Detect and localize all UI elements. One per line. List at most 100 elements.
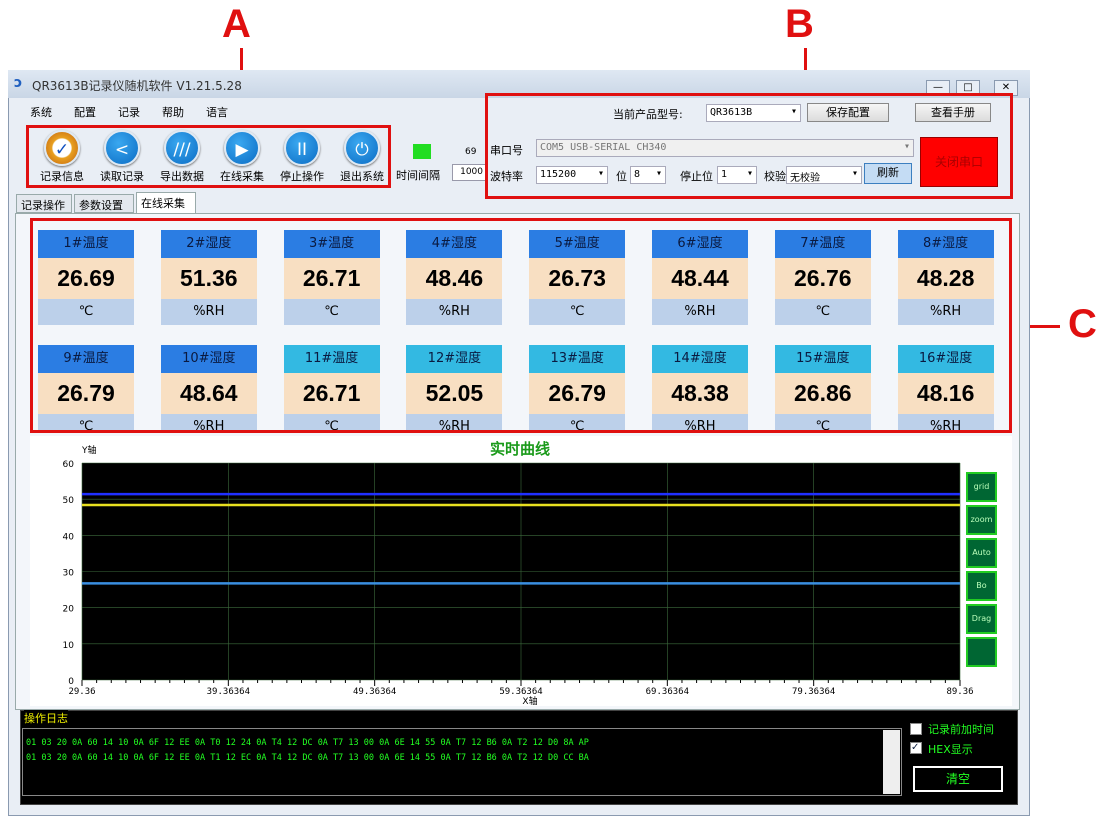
channel-unit: %RH [406, 414, 503, 431]
channel-unit: %RH [406, 299, 503, 325]
stop-label: 停止位 [680, 170, 713, 183]
toolbar-button-1[interactable]: ✓ 记录信息 [30, 130, 94, 184]
channel-value: 48.44 [652, 258, 748, 299]
channel-value: 51.36 [160, 258, 257, 299]
channel-name: 12#湿度 [406, 345, 503, 373]
tab-params[interactable]: 参数设置 [74, 194, 134, 213]
save-config-button[interactable]: 保存配置 [807, 103, 889, 122]
chart-area: 0 10 20 30 40 50 60 29.36 39.36364 49.36364 59.363… [30, 436, 1012, 707]
channel-value: 26.69 [38, 258, 134, 299]
chart-tool-grid-button[interactable]: grid [966, 472, 997, 502]
export-icon: /// [164, 130, 200, 166]
chart-tool-zoom-button[interactable]: zoom [966, 505, 997, 535]
chart-title: 实时曲线 [490, 440, 550, 458]
log-line: 01 03 20 0A 60 14 10 0A 6F 12 EE 0A T0 1… [26, 738, 589, 748]
channel-grid: 1#温度 26.69 ℃ 2#湿度 51.36 %RH 3#温度 26.71 ℃ 4#湿度 48.4… [31, 219, 1009, 431]
play-icon: ▶ [224, 130, 260, 166]
stop-select[interactable]: 1 [717, 166, 757, 184]
maximize-button[interactable]: □ [956, 80, 980, 96]
bits-label: 位 [616, 170, 627, 183]
channel-card: 6#湿度 48.44 %RH [652, 230, 748, 325]
channel-name: 4#湿度 [406, 230, 503, 258]
toolbar-button-5[interactable]: II 停止操作 [270, 130, 334, 184]
chart-tool-drag-button[interactable]: Drag [966, 604, 997, 634]
channel-unit: %RH [652, 414, 748, 431]
channel-name: 5#温度 [529, 230, 626, 258]
channel-name: 3#温度 [283, 230, 380, 258]
chart-tool-bo-button[interactable]: Bo [966, 571, 997, 601]
channel-unit: %RH [160, 414, 257, 431]
x-axis-label: X轴 [522, 695, 537, 706]
toolbar-label: 在线采集 [220, 170, 264, 183]
channel-card: 3#温度 26.71 ℃ [283, 230, 380, 325]
share-icon: < [104, 130, 140, 166]
baud-select[interactable]: 115200 [536, 166, 608, 184]
minimize-button[interactable]: — [926, 80, 950, 96]
parity-label: 校验 [764, 170, 786, 183]
model-select[interactable]: QR3613B [706, 104, 801, 122]
bits-select[interactable]: 8 [630, 166, 666, 184]
channel-value: 26.79 [38, 373, 134, 414]
menu-record[interactable]: 记录 [118, 106, 140, 119]
menu-help[interactable]: 帮助 [162, 106, 184, 119]
toolbar-button-2[interactable]: < 读取记录 [90, 130, 154, 184]
channel-unit: ℃ [529, 299, 626, 325]
y-tick-label: 0 [68, 677, 74, 687]
channel-card: 11#温度 26.71 ℃ [283, 345, 380, 431]
channel-value: 48.16 [897, 373, 994, 414]
port-select[interactable]: COM5 USB-SERIAL CH340 [536, 139, 914, 157]
toolbar-button-4[interactable]: ▶ 在线采集 [210, 130, 274, 184]
channel-card: 5#温度 26.73 ℃ [529, 230, 626, 325]
hex-checkbox[interactable]: ✓ [910, 742, 922, 754]
chart-tool-blank-button[interactable] [966, 637, 997, 667]
menu-system[interactable]: 系统 [30, 106, 52, 119]
annotation-b: B [785, 2, 814, 46]
toolbar-label: 退出系统 [340, 170, 384, 183]
channel-card: 15#温度 26.86 ℃ [774, 345, 871, 431]
x-tick-label: 49.36364 [353, 687, 396, 697]
chart-tool-auto-button[interactable]: Auto [966, 538, 997, 568]
tab-record-ops[interactable]: 记录操作 [16, 194, 72, 213]
channel-unit: %RH [897, 414, 994, 431]
channel-card: 16#湿度 48.16 %RH [897, 345, 994, 431]
channel-name: 13#温度 [529, 345, 626, 373]
channel-unit: ℃ [283, 299, 380, 325]
channel-card: 1#温度 26.69 ℃ [38, 230, 134, 325]
refresh-button[interactable]: 刷新 [864, 163, 912, 184]
tab-online[interactable]: 在线采集 [136, 192, 196, 214]
channel-card: 4#湿度 48.46 %RH [406, 230, 503, 325]
toolbar-label: 读取记录 [100, 170, 144, 183]
y-tick-label: 10 [63, 641, 75, 651]
clear-log-button[interactable]: 清空 [913, 766, 1003, 792]
channel-card: 12#湿度 52.05 %RH [406, 345, 503, 431]
status-indicator [413, 144, 431, 159]
channel-unit: ℃ [283, 414, 380, 431]
channel-value: 48.38 [652, 373, 748, 414]
channel-value: 26.73 [529, 258, 626, 299]
menu-config[interactable]: 配置 [74, 106, 96, 119]
log-scrollbar[interactable] [883, 730, 900, 794]
toolbar-button-3[interactable]: /// 导出数据 [150, 130, 214, 184]
add-time-label: 记录前加时间 [928, 723, 994, 736]
x-tick-label: 89.36 [946, 687, 973, 697]
x-tick-label: 39.36364 [207, 687, 250, 697]
toolbar-button-6[interactable]: ⏻ 退出系统 [330, 130, 394, 184]
close-port-button[interactable]: 关闭串口 [920, 137, 998, 187]
channel-name: 1#温度 [38, 230, 134, 258]
menu-language[interactable]: 语言 [206, 106, 228, 119]
annotation-c: C [1068, 302, 1097, 346]
channel-card: 7#温度 26.76 ℃ [774, 230, 871, 325]
x-tick-label: 79.36364 [792, 687, 835, 697]
interval-input[interactable]: 1000 [452, 164, 486, 181]
pause-icon: II [284, 130, 320, 166]
channel-name: 7#温度 [774, 230, 871, 258]
channel-name: 14#湿度 [652, 345, 748, 373]
add-time-checkbox[interactable] [910, 723, 922, 735]
parity-select[interactable]: 无校验 [786, 166, 862, 184]
menu-bar: 系统 配置 记录 帮助 语言 [30, 104, 250, 120]
view-manual-button[interactable]: 查看手册 [915, 103, 991, 122]
x-tick-label: 29.36 [68, 687, 95, 697]
close-button[interactable]: ✕ [994, 80, 1018, 96]
port-label: 串口号 [490, 144, 523, 157]
log-title: 操作日志 [24, 710, 68, 726]
